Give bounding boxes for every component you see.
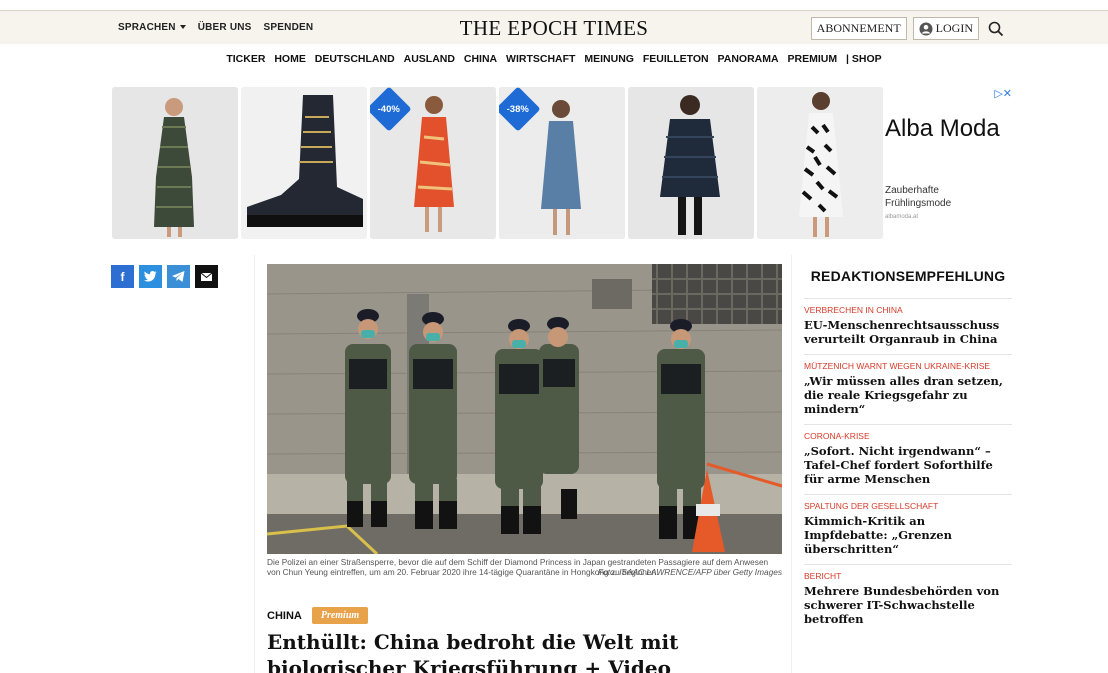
article-meta: CHINA Premium (267, 607, 369, 624)
recommendation-kicker: BERICHT (804, 571, 842, 581)
nav-item-home[interactable]: HOME (274, 53, 306, 65)
login-button[interactable]: LOGIN (912, 17, 979, 40)
nav-item-feuilleton[interactable]: FEUILLETON (643, 53, 709, 65)
top-left-links: SPRACHEN ÜBER UNS SPENDEN (118, 22, 313, 33)
facebook-icon[interactable]: f (111, 265, 134, 288)
boot-image (241, 87, 367, 239)
article-photo[interactable] (267, 264, 782, 554)
nav-item-shop[interactable]: | SHOP (846, 53, 882, 65)
ad-tagline: Zauberhafte Frühlingsmode (885, 185, 952, 209)
telegram-icon[interactable] (167, 265, 190, 288)
police-photo (267, 264, 782, 554)
recommendation-headline[interactable]: „Wir müssen alles dran setzen, die reale… (804, 374, 1012, 416)
model-image (757, 87, 883, 239)
recommendation-item[interactable]: VERBRECHEN IN CHINA EU-Menschenrechtsaus… (804, 298, 1012, 354)
recommendation-kicker: MÜTZENICH WARNT WEGEN UKRAINE-KRISE (804, 361, 991, 371)
nav-item-premium[interactable]: PREMIUM (788, 53, 838, 65)
user-icon (919, 22, 933, 35)
sidebar-title: REDAKTIONSEMPFEHLUNG (810, 268, 1006, 284)
subscription-label: ABONNEMENT (816, 21, 901, 35)
recommendation-item[interactable]: MÜTZENICH WARNT WEGEN UKRAINE-KRISE „Wir… (804, 354, 1012, 424)
ad-product-boot[interactable] (241, 87, 367, 239)
premium-badge: Premium (311, 607, 369, 624)
ad-product-blue-dress[interactable]: -38% (499, 87, 625, 239)
nav-item-meinung[interactable]: MEINUNG (584, 53, 634, 65)
top-right-actions: ABONNEMENT LOGIN (810, 17, 1004, 40)
recommendation-item[interactable]: BERICHT Mehrere Bundesbehörden von schwe… (804, 564, 1012, 634)
languages-label: SPRACHEN (118, 22, 176, 33)
email-icon[interactable] (195, 265, 218, 288)
photo-caption: Die Polizei an einer Straßensperre, bevo… (267, 557, 782, 577)
recommendation-kicker: CORONA-KRISE (804, 431, 870, 441)
login-label: LOGIN (935, 21, 973, 35)
recommendation-headline[interactable]: EU-Menschenrechtsausschuss verurteilt Or… (804, 318, 1012, 346)
nav-item-deutschland[interactable]: DEUTSCHLAND (315, 53, 395, 65)
top-bar: SPRACHEN ÜBER UNS SPENDEN THE EPOCH TIME… (0, 10, 1108, 44)
ad-product-jacket[interactable] (628, 87, 754, 239)
main-nav: TICKER HOME DEUTSCHLAND AUSLAND CHINA WI… (0, 53, 1108, 65)
nav-item-wirtschaft[interactable]: WIRTSCHAFT (506, 53, 575, 65)
ad-url: albamoda.at (885, 214, 919, 220)
nav-item-ausland[interactable]: AUSLAND (404, 53, 455, 65)
main-article: Die Polizei an einer Straßensperre, bevo… (254, 255, 792, 673)
nav-item-china[interactable]: CHINA (464, 53, 497, 65)
recommendation-headline[interactable]: Mehrere Bundesbehörden von schwerer IT-S… (804, 584, 1012, 626)
twitter-icon[interactable] (139, 265, 162, 288)
ad-brand-name[interactable]: Alba Moda (885, 115, 1000, 143)
recommendation-item[interactable]: CORONA-KRISE „Sofort. Nicht irgendwann“ … (804, 424, 1012, 494)
recommendation-kicker: VERBRECHEN IN CHINA (804, 305, 903, 315)
editor-recommendations: REDAKTIONSEMPFEHLUNG VERBRECHEN IN CHINA… (804, 258, 1012, 634)
recommendation-headline[interactable]: Kimmich-Kritik an Impfdebatte: „Grenzen … (804, 514, 1012, 556)
ad-close-icon[interactable]: ▷✕ (994, 87, 1012, 100)
recommendation-kicker: SPALTUNG DER GESELLSCHAFT (804, 501, 939, 511)
subscription-button[interactable]: ABONNEMENT (810, 17, 907, 40)
caret-down-icon (179, 25, 186, 30)
search-icon[interactable] (988, 21, 1004, 37)
ad-product-pattern-dress[interactable] (757, 87, 883, 239)
languages-dropdown[interactable]: SPRACHEN (118, 22, 186, 33)
ad-product-dress-plaid[interactable] (112, 87, 238, 239)
nav-item-panorama[interactable]: PANORAMA (718, 53, 779, 65)
social-share: f (111, 265, 218, 288)
about-link[interactable]: ÜBER UNS (198, 22, 252, 33)
model-image (112, 87, 238, 239)
recommendation-item[interactable]: SPALTUNG DER GESELLSCHAFT Kimmich-Kritik… (804, 494, 1012, 564)
model-image (628, 87, 754, 239)
ad-product-red-dress[interactable]: -40% (370, 87, 496, 239)
article-headline[interactable]: Enthüllt: China bedroht die Welt mit bio… (267, 629, 787, 673)
recommendation-headline[interactable]: „Sofort. Nicht irgendwann“ – Tafel-Chef … (804, 444, 1012, 486)
ad-banner[interactable]: -40% -38% Alba Moda Zauberhafte Frühling… (112, 87, 1012, 239)
donate-link[interactable]: SPENDEN (264, 22, 314, 33)
category-label[interactable]: CHINA (267, 610, 302, 622)
nav-item-ticker[interactable]: TICKER (226, 53, 265, 65)
